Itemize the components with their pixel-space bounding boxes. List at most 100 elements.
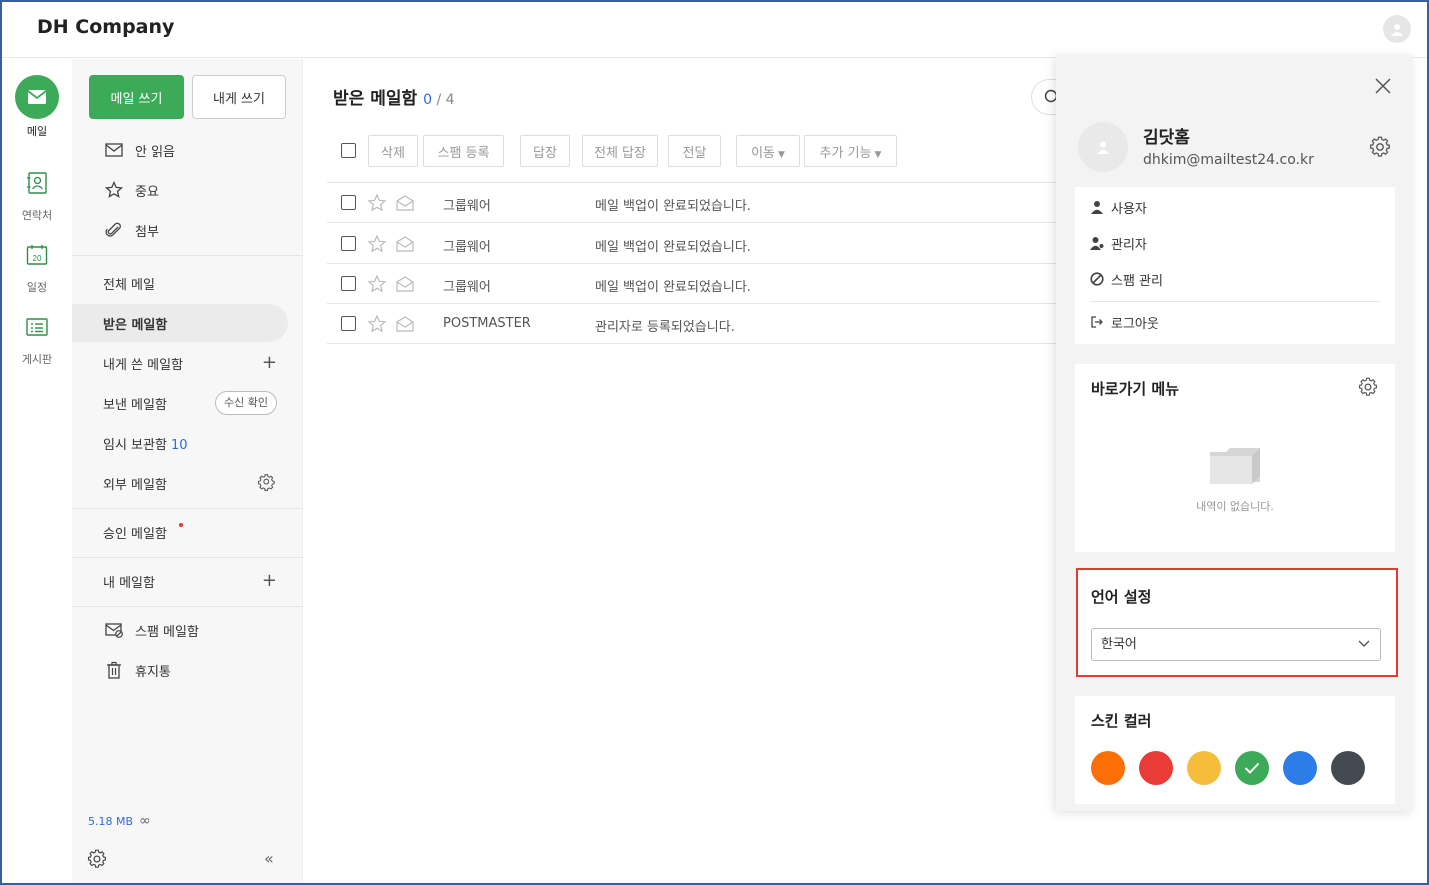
user-icon <box>1097 141 1109 154</box>
more-actions-dropdown[interactable]: 추가 기능 ▼ <box>804 135 897 167</box>
skin-swatch[interactable] <box>1091 751 1125 785</box>
row-checkbox[interactable] <box>341 236 356 251</box>
mail-row[interactable]: 그룹웨어 메일 백업이 완료되었습니다. <box>327 183 1067 223</box>
star-icon[interactable] <box>367 314 387 334</box>
gear-icon[interactable] <box>258 474 276 492</box>
profile-settings-gear-icon[interactable] <box>1369 136 1391 158</box>
contacts-icon <box>15 163 59 203</box>
sidebar-item-external[interactable]: 외부 메일함 <box>72 464 303 502</box>
skin-swatch[interactable] <box>1187 751 1221 785</box>
mail-subject[interactable]: 메일 백업이 완료되었습니다. <box>595 195 751 214</box>
rail-item-calendar[interactable]: 20 일정 <box>2 235 72 295</box>
select-all-checkbox[interactable] <box>341 143 356 158</box>
skin-color-card: 스킨 컬러 <box>1075 696 1395 804</box>
sidebar-divider <box>72 557 303 558</box>
menu-admin[interactable]: 관리자 <box>1090 233 1147 253</box>
write-mail-button[interactable]: 메일 쓰기 <box>89 75 184 119</box>
shortcut-settings-gear-icon[interactable] <box>1358 377 1378 397</box>
menu-logout[interactable]: 로그아웃 <box>1090 312 1159 332</box>
avatar <box>1078 122 1128 172</box>
skin-swatch[interactable] <box>1235 751 1269 785</box>
shortcut-title: 바로가기 메뉴 <box>1091 380 1180 398</box>
caret-down-icon: ▼ <box>874 149 882 160</box>
mail-row[interactable]: 그룹웨어 메일 백업이 완료되었습니다. <box>327 264 1067 304</box>
mail-subject[interactable]: 메일 백업이 완료되었습니다. <box>595 236 751 255</box>
skin-swatch[interactable] <box>1139 751 1173 785</box>
sidebar-item-inbox[interactable]: 받은 메일함 <box>72 304 288 342</box>
rail-label-calendar: 일정 <box>26 281 48 294</box>
add-folder-plus-icon[interactable]: + <box>262 354 277 372</box>
sidebar-item-sent[interactable]: 보낸 메일함 수신 확인 <box>72 384 303 422</box>
menu-spam-management[interactable]: 스팸 관리 <box>1090 269 1163 289</box>
delete-button[interactable]: 삭제 <box>368 135 418 167</box>
paperclip-icon <box>105 222 121 237</box>
folder-title: 받은 메일함 <box>333 89 418 109</box>
top-header: DH Company <box>0 0 1429 58</box>
check-icon <box>1244 762 1260 774</box>
board-icon <box>15 307 59 347</box>
open-envelope-icon <box>396 236 414 252</box>
language-select[interactable]: 한국어 <box>1091 628 1381 661</box>
account-menu-card: 사용자 관리자 스팸 관리 로그아웃 <box>1075 187 1395 344</box>
new-indicator-dot <box>179 523 183 527</box>
rail-item-board[interactable]: 게시판 <box>2 307 72 367</box>
total-count: / 4 <box>436 92 455 108</box>
mail-sidebar: 메일 쓰기 내게 쓰기 안 읽음 중요 첨부 전체 메일 받은 메일함 내게 쓴… <box>72 59 303 883</box>
sidebar-item-unread[interactable]: 안 읽음 <box>72 131 303 169</box>
profile-panel: 김닷홈 dhkim@mailtest24.co.kr 사용자 관리자 스팸 관리… <box>1056 55 1413 811</box>
star-icon[interactable] <box>367 234 387 254</box>
skin-title: 스킨 컬러 <box>1091 712 1152 730</box>
settings-gear-icon[interactable] <box>87 849 107 869</box>
mail-subject[interactable]: 관리자로 등록되었습니다. <box>595 316 735 335</box>
language-selected-value: 한국어 <box>1101 637 1137 652</box>
skin-swatch[interactable] <box>1283 751 1317 785</box>
rail-item-mail[interactable]: 메일 <box>2 75 72 139</box>
move-dropdown[interactable]: 이동 ▼ <box>736 135 800 167</box>
spam-envelope-icon <box>105 623 123 638</box>
write-to-self-button[interactable]: 내게 쓰기 <box>192 75 286 119</box>
company-logo[interactable]: DH Company <box>37 16 174 38</box>
sidebar-item-self-box[interactable]: 내게 쓴 메일함 + <box>72 344 303 382</box>
trash-icon <box>107 661 121 679</box>
mail-toolbar: 삭제 스팸 등록 답장 전체 답장 전달 이동 ▼ 추가 기능 ▼ <box>327 135 1047 167</box>
sidebar-item-important[interactable]: 중요 <box>72 171 303 209</box>
row-checkbox[interactable] <box>341 195 356 210</box>
shortcut-menu-card: 바로가기 메뉴 내역이 없습니다. <box>1075 364 1395 552</box>
read-receipt-button[interactable]: 수신 확인 <box>215 391 277 415</box>
open-envelope-icon <box>396 316 414 332</box>
row-checkbox[interactable] <box>341 316 356 331</box>
sidebar-item-drafts[interactable]: 임시 보관함 10 <box>72 424 303 462</box>
collapse-sidebar-button[interactable]: « <box>264 849 274 868</box>
forward-button[interactable]: 전달 <box>668 135 721 167</box>
app-rail: 메일 연락처 20 일정 게시판 <box>2 59 72 883</box>
user-icon <box>1391 24 1403 36</box>
svg-text:20: 20 <box>33 254 42 263</box>
reply-all-button[interactable]: 전체 답장 <box>582 135 658 167</box>
drafts-count: 10 <box>170 437 188 453</box>
row-checkbox[interactable] <box>341 276 356 291</box>
add-my-folder-plus-icon[interactable]: + <box>262 572 277 590</box>
open-envelope-icon <box>396 195 414 211</box>
star-icon[interactable] <box>367 193 387 213</box>
sidebar-item-trash[interactable]: 휴지통 <box>72 651 303 689</box>
mail-sender: 그룹웨어 <box>443 240 491 255</box>
sidebar-item-attachment[interactable]: 첨부 <box>72 211 303 249</box>
rail-item-contacts[interactable]: 연락처 <box>2 163 72 223</box>
sidebar-item-approval[interactable]: 승인 메일함 <box>72 513 303 551</box>
drafts-label: 임시 보관함 <box>103 437 167 453</box>
spam-register-button[interactable]: 스팸 등록 <box>423 135 504 167</box>
profile-avatar-button[interactable] <box>1383 15 1411 43</box>
sidebar-item-spam[interactable]: 스팸 메일함 <box>72 611 303 649</box>
mail-row[interactable]: POSTMASTER 관리자로 등록되었습니다. <box>327 304 1067 344</box>
menu-user[interactable]: 사용자 <box>1090 197 1147 217</box>
close-icon[interactable] <box>1374 77 1392 95</box>
sidebar-item-all-mail[interactable]: 전체 메일 <box>72 264 303 302</box>
skin-swatch[interactable] <box>1331 751 1365 785</box>
sidebar-item-my-mail[interactable]: 내 메일함 + <box>72 562 303 600</box>
star-icon[interactable] <box>367 274 387 294</box>
mail-subject[interactable]: 메일 백업이 완료되었습니다. <box>595 276 751 295</box>
mail-icon <box>15 75 59 119</box>
mail-row[interactable]: 그룹웨어 메일 백업이 완료되었습니다. <box>327 224 1067 264</box>
admin-icon <box>1090 237 1104 250</box>
reply-button[interactable]: 답장 <box>520 135 570 167</box>
